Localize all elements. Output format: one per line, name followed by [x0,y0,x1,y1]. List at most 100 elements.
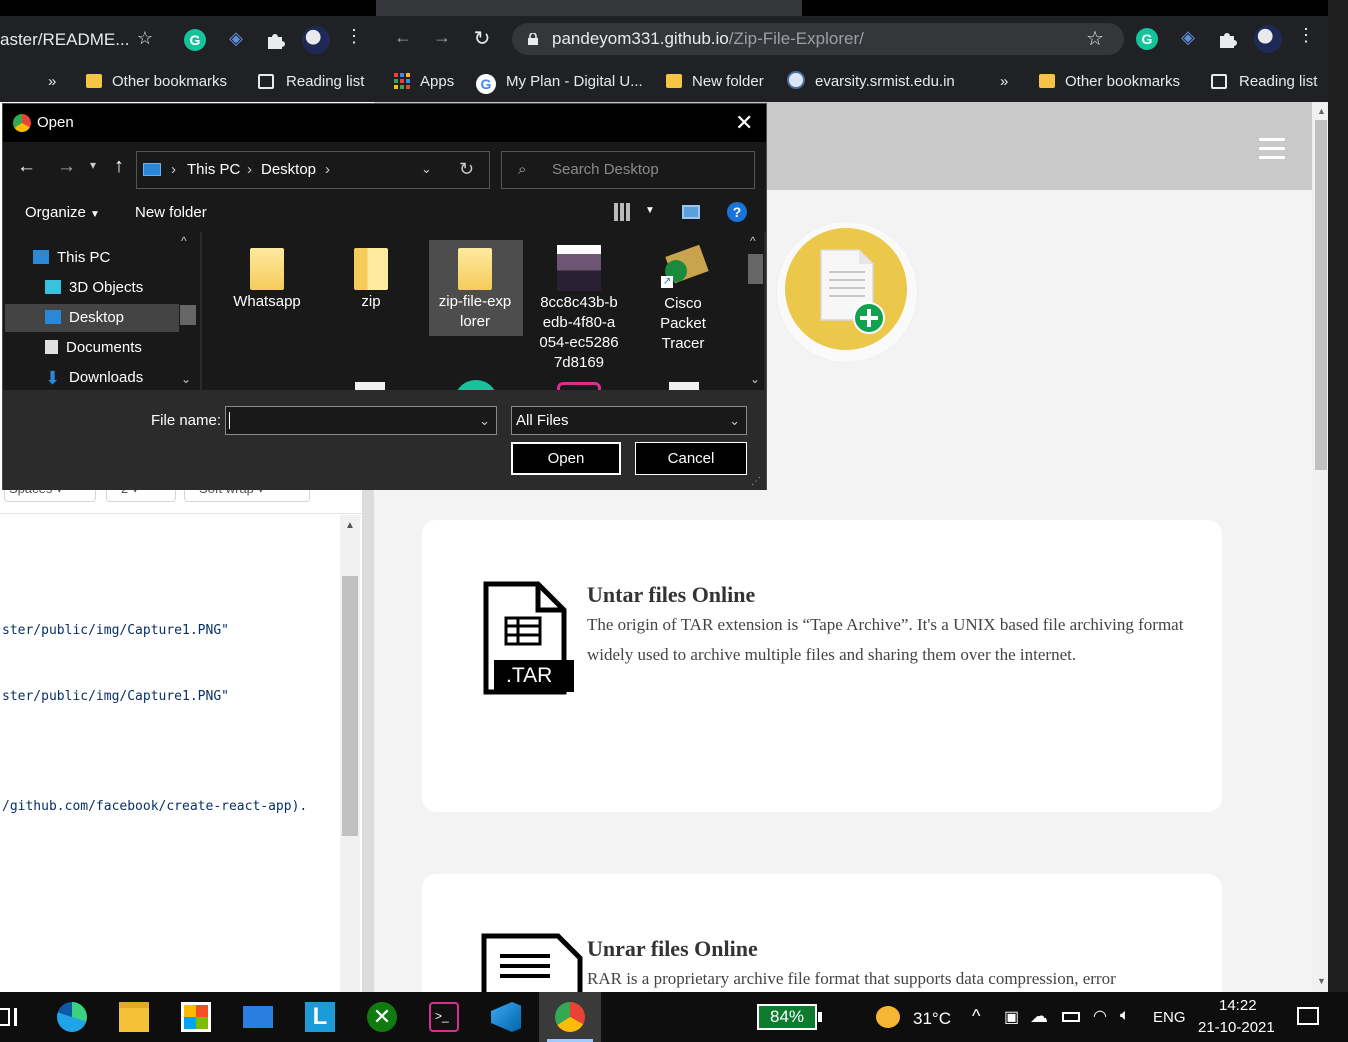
organize-button[interactable]: Organize ▼ [25,204,100,221]
hamburger-menu-icon[interactable] [1259,138,1285,160]
code-line[interactable]: /github.com/facebook/create-react-app). [2,799,307,814]
new-folder-button[interactable]: New folder [135,204,207,221]
bookmark-apps[interactable]: Apps [394,70,454,94]
scroll-down-arrow-icon[interactable]: ⌄ [750,372,760,386]
bookmark-other[interactable]: Other bookmarks [1039,70,1180,94]
resize-grip-icon[interactable]: ⋰ [751,476,761,487]
bookmark-reading-list[interactable]: Reading list [258,70,364,94]
chrome-app-button[interactable] [539,992,601,1042]
tree-item-desktop[interactable]: Desktop [45,304,124,332]
store-app-button[interactable] [165,992,227,1042]
back-arrow-icon[interactable]: ← [17,156,36,178]
chevron-down-icon[interactable]: ⌄ [421,161,432,177]
bookmark-other[interactable]: Other bookmarks [86,70,227,94]
tree-scrollbar-thumb[interactable] [180,305,196,325]
profile-avatar[interactable] [1254,25,1282,53]
code-line[interactable]: ster/public/img/Capture1.PNG" [2,689,229,704]
recent-dropdown-icon[interactable]: ▾ [90,158,96,172]
bookmarks-overflow[interactable]: » [1000,70,1008,94]
chevron-down-icon[interactable]: ▼ [645,205,655,216]
scroll-up-arrow-icon[interactable]: ^ [750,234,756,248]
file-explorer-app-button[interactable] [103,992,165,1042]
puzzle-icon[interactable] [265,30,285,50]
chevron-down-icon[interactable]: ⌄ [479,407,490,434]
forward-arrow-icon[interactable]: → [57,156,76,178]
cancel-button[interactable]: Cancel [635,442,747,475]
editor-scrollbar-thumb[interactable] [342,576,358,836]
notification-center-icon[interactable] [1297,1007,1319,1025]
file-item-cisco[interactable]: ↗ Cisco Packet Tracer [636,240,730,354]
extension-diamond-icon[interactable]: ◈ [224,28,248,52]
scroll-up-arrow-icon[interactable]: ^ [181,234,187,248]
edge-app-button[interactable] [41,992,103,1042]
puzzle-icon[interactable] [1217,29,1237,49]
up-arrow-icon[interactable]: ↑ [114,155,124,178]
active-tab[interactable] [376,0,802,16]
help-icon[interactable]: ? [727,202,747,222]
wifi-icon[interactable]: ◠ [1093,1006,1107,1026]
grammarly-icon[interactable]: G [184,29,206,51]
language-indicator[interactable]: ENG [1153,1009,1186,1026]
clock-date[interactable]: 21-10-2021 [1198,1019,1275,1036]
volume-icon[interactable]: 🔈︎ [1120,1007,1130,1025]
open-button[interactable]: Open [511,442,621,475]
bookmark-reading-list[interactable]: Reading list [1211,70,1317,94]
scroll-up-arrow-icon[interactable]: ▲ [1317,106,1326,116]
star-icon[interactable]: ☆ [133,28,157,52]
terminal-app-button[interactable]: >_ [413,992,475,1042]
forward-arrow-icon[interactable]: → [431,27,453,48]
preview-pane-icon[interactable] [682,205,700,219]
upload-button[interactable] [777,222,917,362]
file-type-select[interactable]: All Files ⌄ [511,406,747,435]
unrar-card[interactable]: Unrar files Online RAR is a proprietary … [422,874,1222,992]
vscode-app-button[interactable] [475,992,537,1042]
address-bar[interactable]: pandeyom331.github.io/Zip-File-Explorer/… [512,23,1124,55]
code-line[interactable]: ster/public/img/Capture1.PNG" [2,623,229,638]
scroll-down-arrow-icon[interactable]: ▼ [1317,976,1326,986]
refresh-icon[interactable]: ↻ [459,159,474,180]
bookmark-new-folder[interactable]: New folder [666,70,764,94]
xbox-app-button[interactable]: ✕ [351,992,413,1042]
tree-item-documents[interactable]: Documents [45,334,142,362]
l-app-button[interactable]: L [289,992,351,1042]
clock-time[interactable]: 14:22 [1219,997,1257,1014]
close-icon[interactable]: ✕ [735,110,753,136]
back-arrow-icon[interactable]: ← [392,27,414,48]
task-view-icon[interactable] [0,1004,20,1030]
file-item-image[interactable]: 8cc8c43b-b edb-4f80-a 054-ec5286 7d8169 [532,240,626,373]
bookmark-evarsity[interactable]: evarsity.srmist.edu.in [787,70,955,94]
tree-item-this-pc[interactable]: This PC [33,244,110,272]
scroll-up-arrow-icon[interactable]: ▲ [345,520,355,531]
battery-tray-icon[interactable] [1062,1012,1080,1022]
file-item-whatsapp[interactable]: Whatsapp [220,240,314,312]
tree-item-downloads[interactable]: ⬇ Downloads [45,364,143,392]
onedrive-cloud-icon[interactable]: ☁ [1030,1006,1048,1027]
star-icon[interactable]: ☆ [1086,23,1104,55]
breadcrumb-this-pc[interactable]: This PC [187,161,240,178]
battery-meter[interactable]: 84% [757,1004,817,1030]
file-item-zip[interactable]: zip [324,240,418,312]
meet-now-icon[interactable]: ▣ [1004,1007,1019,1027]
view-options-icon[interactable] [614,203,632,221]
untar-card[interactable]: .TAR Untar files Online The origin of TA… [422,520,1222,812]
address-breadcrumb[interactable]: › This PC › Desktop › ⌄ ↻ [136,151,490,189]
file-item-zip-file-explorer[interactable]: zip-file-exp lorer [428,240,522,332]
tree-item-3d-objects[interactable]: 3D Objects [45,274,143,302]
menu-kebab-icon[interactable]: ⋮ [1296,25,1316,46]
scroll-down-arrow-icon[interactable]: ⌄ [181,372,191,386]
weather-temperature[interactable]: 31°C [913,1009,951,1029]
file-name-input[interactable]: ⌄ [225,406,497,435]
file-list-scrollbar-thumb[interactable] [748,254,763,284]
grammarly-icon[interactable]: G [1136,28,1158,50]
profile-avatar[interactable] [302,26,330,54]
search-desktop-input[interactable]: ⌕ Search Desktop [501,151,755,189]
bookmark-my-plan[interactable]: G My Plan - Digital U... [476,70,643,94]
chevron-up-icon[interactable]: ^ [972,1006,980,1027]
weather-sun-icon[interactable] [876,1006,900,1028]
menu-kebab-icon[interactable]: ⋮ [344,26,364,52]
mail-app-button[interactable] [227,992,289,1042]
breadcrumb-desktop[interactable]: Desktop [261,161,316,178]
page-scrollbar-thumb[interactable] [1315,120,1327,470]
bookmarks-overflow[interactable]: » [48,70,56,94]
extension-diamond-icon[interactable]: ◈ [1176,27,1200,48]
